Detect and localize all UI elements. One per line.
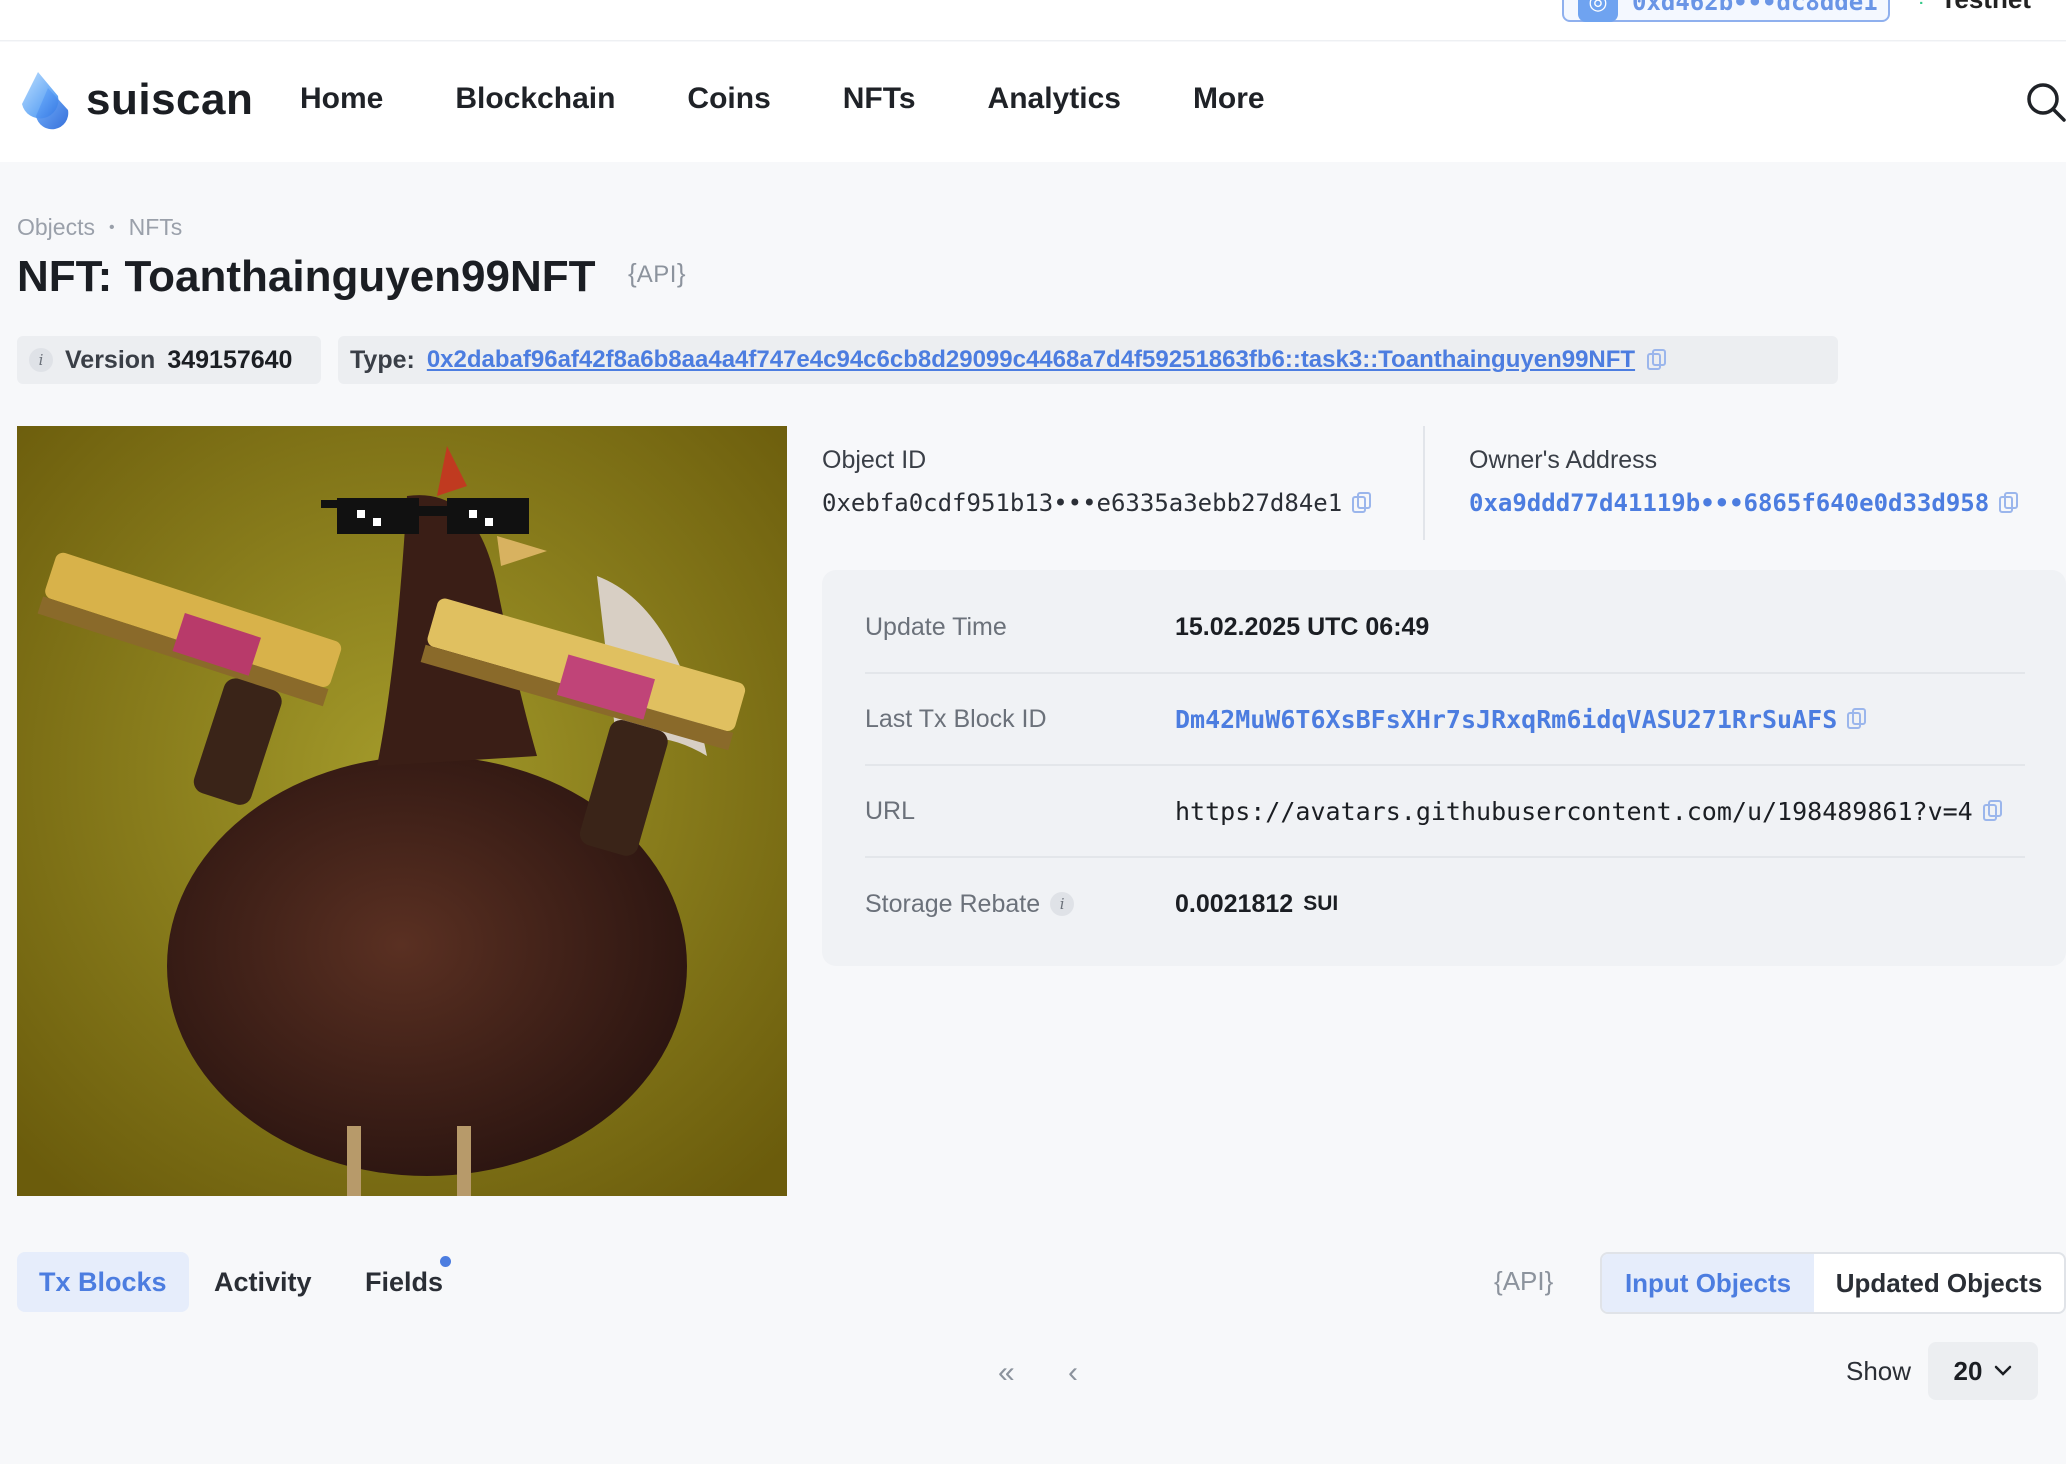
wallet-chip[interactable]: ◎ 0xd462b•••dc8dde1 [1562,0,1890,22]
storage-rebate-value-row: 0.0021812 SUI [1175,890,1338,919]
network-status-icon: ⁘ [1912,0,1930,13]
copy-icon[interactable] [1647,349,1667,371]
version-value: 349157640 [167,345,293,374]
copy-icon[interactable] [1847,708,1867,730]
first-page-button[interactable]: « [998,1356,1015,1390]
update-time-label: Update Time [865,612,1007,641]
input-objects-button[interactable]: Input Objects [1602,1254,1814,1312]
top-strip: ◎ 0xd462b•••dc8dde1 ⁘ Testnet [0,0,2066,41]
network-label: Testnet [1940,0,2031,15]
object-id-value-row: 0xebfa0cdf951b13•••e6335a3ebb27d84e1 [822,489,1372,517]
nav-analytics[interactable]: Analytics [988,82,1121,116]
logo[interactable]: suiscan [18,70,253,130]
url-value: https://avatars.githubusercontent.com/u/… [1175,796,1973,826]
wallet-icon: ◎ [1578,0,1618,22]
detail-row-storage-rebate: Storage Rebate i 0.0021812 SUI [865,858,2025,950]
storage-rebate-value: 0.0021812 [1175,889,1294,918]
storage-rebate-unit: SUI [1303,892,1339,915]
object-id-value: 0xebfa0cdf951b13•••e6335a3ebb27d84e1 [822,489,1343,517]
network-selector[interactable]: ⁘ Testnet [1912,0,2031,15]
nft-image [17,426,787,1196]
nav-coins[interactable]: Coins [687,82,770,116]
info-icon: i [29,348,53,372]
api-label: API [1502,1266,1545,1296]
breadcrumb-separator: • [108,218,115,236]
last-tx-label: Last Tx Block ID [865,704,1047,733]
logo-text: suiscan [86,75,254,124]
main-header: suiscan Home Blockchain Coins NFTs Analy… [0,42,2066,162]
detail-row-update-time: Update Time 15.02.2025 UTC 06:49 [865,582,2025,674]
api-button[interactable]: {API} [628,258,686,289]
page-title: NFT: Toanthainguyen99NFT [17,252,596,301]
chevron-down-icon [1995,1365,2012,1376]
details-card: Update Time 15.02.2025 UTC 06:49 Last Tx… [822,570,2066,966]
tab-tx-blocks[interactable]: Tx Blocks [17,1252,189,1312]
owner-address-link[interactable]: 0xa9ddd77d41119b•••6865f640e0d33d958 [1469,489,1989,517]
page-size-select[interactable]: 20 [1928,1342,2038,1400]
copy-icon[interactable] [1982,800,2003,822]
objects-toggle: Input Objects Updated Objects [1600,1252,2066,1314]
type-pill: Type: 0x2dabaf96af42f8a6b8aa4a4f747e4c94… [338,336,1838,384]
last-tx-value-row: Dm42MuW6T6XsBFsXHr7sJRxqRm6idqVASU271RrS… [1175,705,1867,734]
object-id-label: Object ID [822,446,927,474]
version-pill: i Version 349157640 [17,336,321,384]
prev-page-button[interactable]: ‹ [1068,1356,1078,1390]
url-value-row: https://avatars.githubusercontent.com/u/… [1175,797,2003,826]
url-label: URL [865,796,916,825]
api-button[interactable]: {API} [1494,1266,1553,1297]
tab-activity[interactable]: Activity [192,1252,334,1312]
info-icon[interactable]: i [1050,892,1075,916]
nav-home[interactable]: Home [300,82,383,116]
owner-block: Owner's Address 0xa9ddd77d41119b•••6865f… [1469,446,2019,517]
nav-blockchain[interactable]: Blockchain [455,82,615,116]
search-icon[interactable] [2026,82,2066,122]
last-tx-link[interactable]: Dm42MuW6T6XsBFsXHr7sJRxqRm6idqVASU271RrS… [1175,705,1837,734]
nft-artwork [17,426,787,1196]
copy-icon[interactable] [1352,492,1372,514]
owner-label: Owner's Address [1469,446,1658,474]
type-link[interactable]: 0x2dabaf96af42f8a6b8aa4a4f747e4c94c6cb8d… [427,346,1635,374]
type-label: Type: [350,345,415,374]
fields-notification-dot [440,1256,451,1267]
update-time-value: 15.02.2025 UTC 06:49 [1175,612,1430,641]
breadcrumb-objects[interactable]: Objects [17,214,95,241]
nav-nfts[interactable]: NFTs [843,82,916,116]
copy-icon[interactable] [1999,492,2019,514]
wallet-address: 0xd462b•••dc8dde1 [1632,0,1878,16]
suiscan-logo-icon [22,72,69,130]
object-id-block: Object ID 0xebfa0cdf951b13•••e6335a3ebb2… [822,446,1372,517]
storage-rebate-label: Storage Rebate [865,889,1041,918]
owner-value-row: 0xa9ddd77d41119b•••6865f640e0d33d958 [1469,489,2019,517]
storage-rebate-label-row: Storage Rebate i [865,890,1175,919]
detail-row-url: URL https://avatars.githubusercontent.co… [865,766,2025,858]
updated-objects-button[interactable]: Updated Objects [1814,1254,2064,1312]
show-label: Show [1846,1356,1912,1386]
page-size-value: 20 [1953,1355,1983,1386]
api-label: API [636,261,677,288]
breadcrumb-nfts[interactable]: NFTs [129,214,183,241]
divider [1423,426,1425,540]
detail-row-last-tx: Last Tx Block ID Dm42MuW6T6XsBFsXHr7sJRx… [865,674,2025,766]
version-label: Version [65,345,156,374]
breadcrumb: Objects • NFTs [17,214,182,241]
nav-more[interactable]: More [1193,82,1265,116]
main-nav: Home Blockchain Coins NFTs Analytics Mor… [300,82,1337,116]
